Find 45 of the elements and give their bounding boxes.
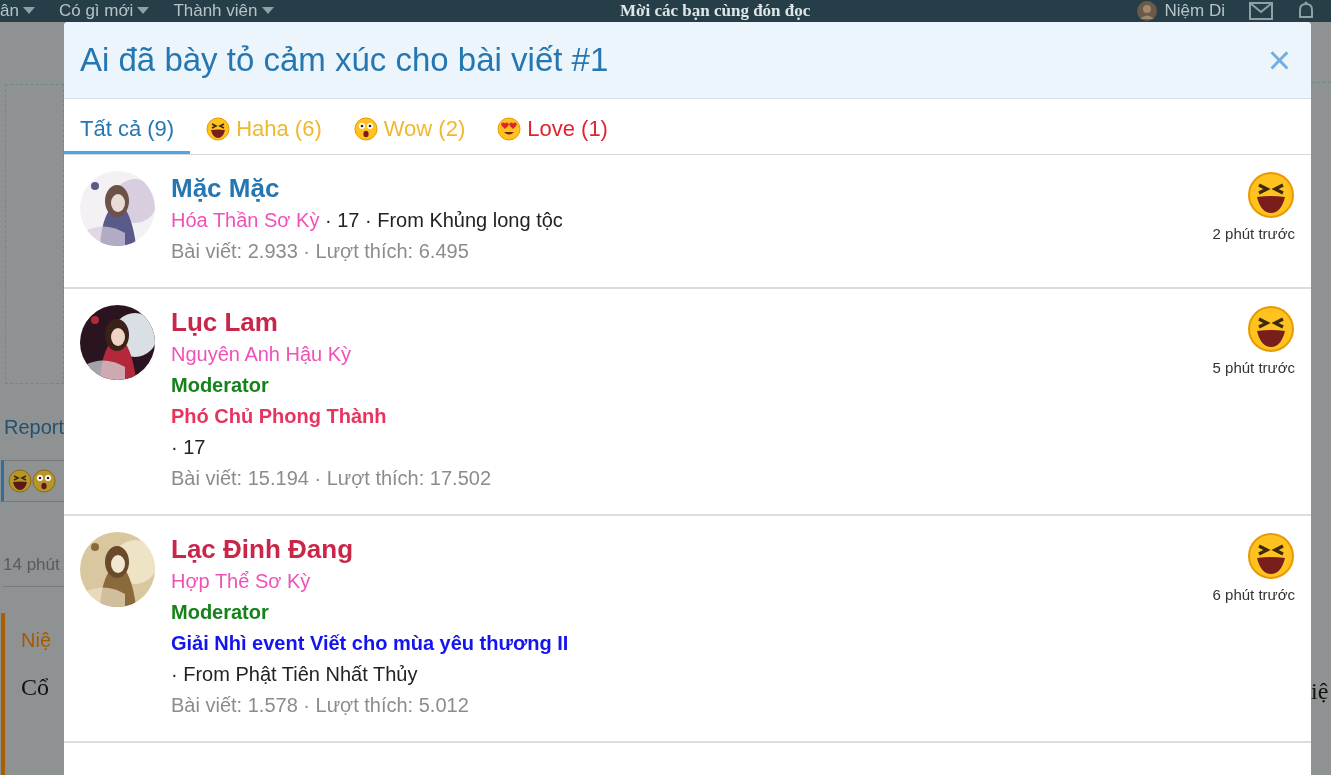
reaction-tab[interactable]: Tất cả (9) bbox=[64, 98, 191, 154]
laughing-emoji-icon bbox=[206, 116, 231, 141]
post-text: Cổ bbox=[21, 672, 50, 702]
user-avatar[interactable] bbox=[1136, 1, 1157, 21]
report-link[interactable]: Report bbox=[4, 412, 64, 442]
surprised-emoji-icon bbox=[32, 469, 56, 493]
caret-icon bbox=[261, 7, 274, 15]
caret-icon bbox=[137, 7, 150, 15]
quote-author: Niệ bbox=[21, 627, 52, 653]
user-stats: Bài viết: 2.933 · Lượt thích: 6.495 bbox=[171, 240, 469, 262]
user-title-label: Giải Nhì event Viết cho mùa yêu thương II bbox=[171, 632, 569, 654]
heart-eyes-emoji-icon bbox=[497, 116, 522, 141]
reaction-tab[interactable]: Love (1) bbox=[481, 98, 624, 154]
bell-icon[interactable] bbox=[1297, 1, 1315, 21]
nav-menu-item[interactable]: Có gì mới bbox=[58, 0, 150, 22]
site-headline: Mời các bạn cùng đón đọc bbox=[620, 0, 812, 22]
user-name-link[interactable]: Lạc Đinh Đang bbox=[171, 532, 1197, 566]
dialog-title: Ai đã bày tỏ cảm xúc cho bài viết #1 bbox=[80, 40, 609, 80]
user-rank: Nguyên Anh Hậu Kỳ bbox=[171, 343, 352, 365]
user-info: · 17 · From Khủng long tộc bbox=[324, 209, 563, 231]
user-rank: Hợp Thể Sơ Kỳ bbox=[171, 570, 311, 592]
user-stats: Bài viết: 1.578 · Lượt thích: 5.012 bbox=[171, 694, 469, 716]
reaction-time: 5 phút trước bbox=[1212, 358, 1295, 378]
mail-icon[interactable] bbox=[1249, 2, 1273, 20]
laughing-emoji-icon bbox=[1247, 171, 1295, 219]
user-name-link[interactable]: Mặc Mặc bbox=[171, 171, 1197, 205]
caret-icon bbox=[22, 7, 35, 15]
laughing-emoji-icon bbox=[8, 469, 32, 493]
user-title-label: Moderator bbox=[171, 374, 269, 396]
user-title-label: Moderator bbox=[171, 601, 269, 623]
user-name-link[interactable]: Niệm Di bbox=[1164, 0, 1225, 22]
user-title-label: Phó Chủ Phong Thành bbox=[171, 405, 387, 427]
user-stats: Bài viết: 15.194 · Lượt thích: 17.502 bbox=[171, 467, 492, 489]
laughing-emoji-icon bbox=[1247, 532, 1295, 580]
reaction-time: 2 phút trước bbox=[1212, 224, 1295, 244]
user-rank: Hóa Thần Sơ Kỳ bbox=[171, 209, 320, 231]
laughing-emoji-icon bbox=[1247, 305, 1295, 353]
nav-menu-item[interactable]: ân bbox=[0, 0, 35, 22]
user-name-link[interactable]: Lục Lam bbox=[171, 305, 1197, 339]
nav-menu-item[interactable]: Thành viên bbox=[173, 0, 274, 22]
user-info: · 17 bbox=[171, 436, 206, 458]
user-info: · From Phật Tiên Nhất Thủy bbox=[171, 663, 418, 685]
reaction-time: 6 phút trước bbox=[1212, 585, 1295, 605]
surprised-emoji-icon bbox=[353, 116, 378, 141]
post-text: iệ bbox=[1311, 677, 1330, 706]
